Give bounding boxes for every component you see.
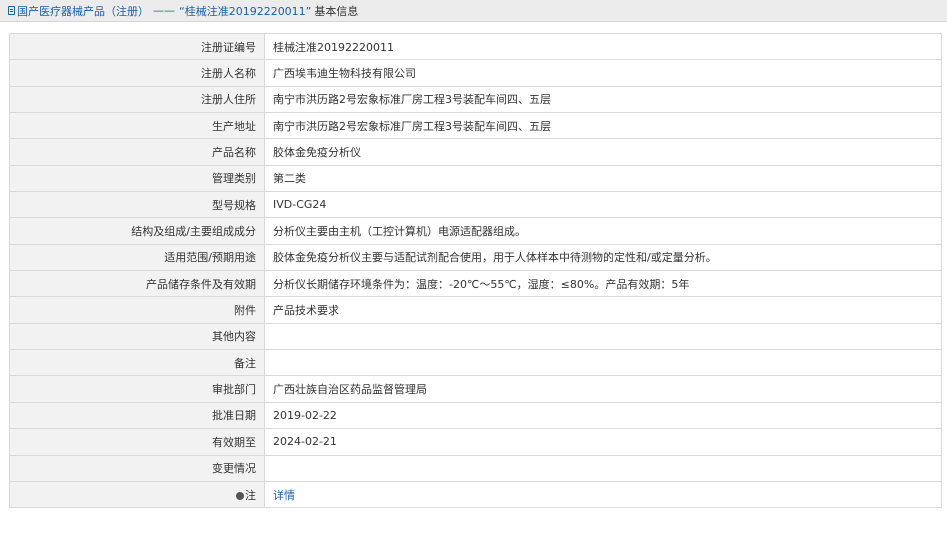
table-row: 适用范围/预期用途 胶体金免疫分析仪主要与适配试剂配合使用，用于人体样本中待测物…	[9, 243, 942, 272]
table-row: 其他内容	[9, 322, 942, 351]
field-label: 批准日期	[9, 401, 265, 430]
note-label: 注	[245, 488, 256, 502]
field-label: 变更情况	[9, 454, 265, 482]
bullet-icon	[236, 491, 244, 500]
field-label: 产品名称	[9, 138, 265, 166]
details-link[interactable]: 详情	[273, 489, 295, 502]
field-label: 产品储存条件及有效期	[9, 270, 265, 298]
field-value: 2024-02-21	[264, 428, 942, 456]
table-row: 结构及组成/主要组成成分 分析仪主要由主机（工控计算机）电源适配器组成。	[9, 217, 942, 245]
field-label: 管理类别	[9, 164, 265, 193]
field-label: 适用范围/预期用途	[9, 243, 265, 272]
field-value: 桂械注准20192220011	[264, 32, 942, 61]
breadcrumb-root-link[interactable]: 国产医疗器械产品（注册）	[17, 3, 149, 19]
field-label: 其他内容	[9, 322, 265, 351]
field-label: 生产地址	[9, 112, 265, 140]
field-label: 附件	[9, 296, 265, 324]
table-row: 产品储存条件及有效期 分析仪长期储存环境条件为：温度：-20℃～55℃，湿度：≤…	[9, 270, 942, 298]
breadcrumb: 国产医疗器械产品（注册） —— “桂械注准20192220011” 基本信息	[0, 0, 947, 22]
table-row: 备注	[9, 349, 942, 377]
table-row: 注册人名称 广西埃韦迪生物科技有限公司	[9, 59, 942, 87]
table-row: 注册证编号 桂械注准20192220011	[9, 32, 942, 61]
table-row: 产品名称 胶体金免疫分析仪	[9, 138, 942, 166]
note-row: 注 详情	[9, 480, 942, 509]
note-value-cell: 详情	[264, 480, 942, 509]
field-value: 胶体金免疫分析仪	[264, 138, 942, 166]
field-label: 结构及组成/主要组成成分	[9, 217, 265, 245]
field-label: 注册人住所	[9, 85, 265, 114]
field-value: 分析仪长期储存环境条件为：温度：-20℃～55℃，湿度：≤80%。产品有效期：5…	[264, 270, 942, 298]
table-row: 有效期至 2024-02-21	[9, 428, 942, 456]
field-value: 南宁市洪历路2号宏象标准厂房工程3号装配车间四、五层	[264, 112, 942, 140]
field-label: 备注	[9, 349, 265, 377]
field-label: 注册证编号	[9, 32, 265, 61]
field-label: 注册人名称	[9, 59, 265, 87]
field-value: 南宁市洪历路2号宏象标准厂房工程3号装配车间四、五层	[264, 85, 942, 114]
field-value: 广西壮族自治区药品监督管理局	[264, 375, 942, 403]
detail-table: 注册证编号 桂械注准20192220011 注册人名称 广西埃韦迪生物科技有限公…	[9, 32, 942, 509]
breadcrumb-current: 基本信息	[314, 4, 359, 18]
table-row: 注册人住所 南宁市洪历路2号宏象标准厂房工程3号装配车间四、五层	[9, 85, 942, 114]
field-value: 2019-02-22	[264, 401, 942, 430]
field-value	[264, 349, 942, 377]
breadcrumb-item-link[interactable]: “桂械注准20192220011”	[179, 3, 311, 19]
table-row: 批准日期 2019-02-22	[9, 401, 942, 430]
note-label-cell: 注	[9, 480, 265, 509]
table-row: 生产地址 南宁市洪历路2号宏象标准厂房工程3号装配车间四、五层	[9, 112, 942, 140]
field-label: 审批部门	[9, 375, 265, 403]
field-value: 分析仪主要由主机（工控计算机）电源适配器组成。	[264, 217, 942, 245]
field-label: 有效期至	[9, 428, 265, 456]
table-row: 变更情况	[9, 454, 942, 482]
field-value: 胶体金免疫分析仪主要与适配试剂配合使用，用于人体样本中待测物的定性和/或定量分析…	[264, 243, 942, 272]
breadcrumb-separator: ——	[153, 4, 175, 17]
table-row: 管理类别 第二类	[9, 164, 942, 193]
field-value: 第二类	[264, 164, 942, 193]
field-label: 型号规格	[9, 191, 265, 219]
table-row: 审批部门 广西壮族自治区药品监督管理局	[9, 375, 942, 403]
detail-table-container: 注册证编号 桂械注准20192220011 注册人名称 广西埃韦迪生物科技有限公…	[9, 32, 942, 509]
field-value: IVD-CG24	[264, 191, 942, 219]
field-value	[264, 454, 942, 482]
field-value: 产品技术要求	[264, 296, 942, 324]
field-value	[264, 322, 942, 351]
document-icon	[8, 6, 15, 15]
field-value: 广西埃韦迪生物科技有限公司	[264, 59, 942, 87]
table-row: 附件 产品技术要求	[9, 296, 942, 324]
table-row: 型号规格 IVD-CG24	[9, 191, 942, 219]
